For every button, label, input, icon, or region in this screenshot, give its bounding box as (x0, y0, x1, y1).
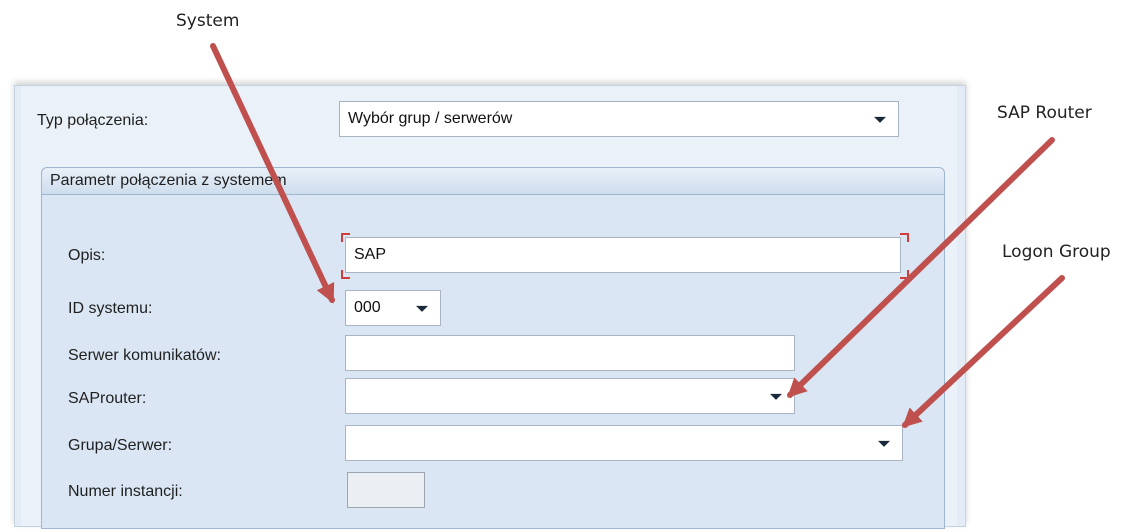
callout-sap-router: SAP Router (997, 103, 1092, 123)
description-value: SAP (354, 246, 387, 263)
callout-system: System (176, 11, 240, 31)
description-label: Opis: (68, 247, 106, 264)
callout-logon-group: Logon Group (1002, 242, 1111, 262)
instance-number-field[interactable] (347, 472, 425, 508)
required-marker (341, 270, 350, 279)
saprouter-label: SAProuter: (68, 390, 147, 407)
instance-number-label: Numer instancji: (68, 483, 183, 500)
dialog-content: Typ połączenia: Wybór grup / serwerów Pa… (21, 86, 957, 529)
saprouter-select[interactable] (345, 378, 795, 414)
required-marker (341, 233, 350, 242)
group-server-label: Grupa/Serwer: (68, 437, 173, 454)
chevron-down-icon[interactable] (878, 440, 890, 447)
connection-type-value: Wybór grup / serwerów (348, 110, 513, 127)
system-connection-group: Parametr połączenia z systemem Opis: SAP… (41, 167, 945, 529)
chevron-down-icon[interactable] (874, 116, 886, 123)
connection-dialog: Typ połączenia: Wybór grup / serwerów Pa… (14, 85, 966, 529)
message-server-label: Serwer komunikatów: (68, 347, 221, 364)
group-title: Parametr połączenia z systemem (50, 172, 287, 189)
system-id-label: ID systemu: (68, 300, 153, 317)
description-field[interactable]: SAP (345, 237, 901, 273)
required-marker (900, 233, 909, 242)
chevron-down-icon[interactable] (770, 393, 782, 400)
group-header: Parametr połączenia z systemem (42, 168, 944, 195)
message-server-field[interactable] (345, 335, 795, 371)
system-id-value: 000 (354, 299, 381, 316)
group-server-select[interactable] (345, 425, 903, 461)
system-id-select[interactable]: 000 (345, 290, 441, 326)
chevron-down-icon[interactable] (416, 305, 428, 312)
connection-type-select[interactable]: Wybór grup / serwerów (339, 101, 899, 137)
required-marker (900, 270, 909, 279)
connection-type-label: Typ połączenia: (37, 112, 149, 129)
